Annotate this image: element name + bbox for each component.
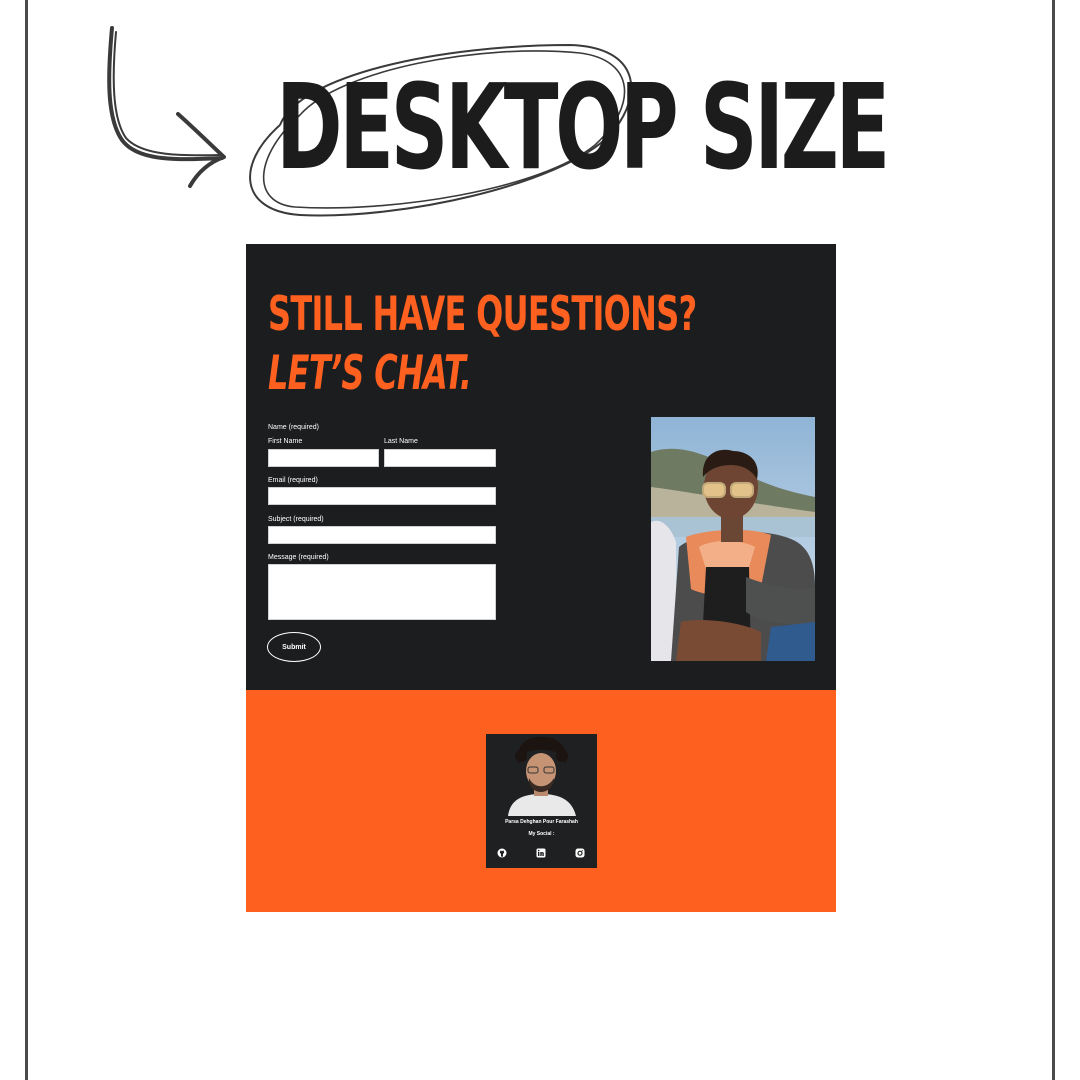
subject-label: Subject (required) — [268, 516, 324, 523]
instagram-icon[interactable] — [575, 848, 585, 858]
frame-left-border — [25, 0, 28, 1080]
first-name-field[interactable] — [268, 449, 379, 467]
email-field[interactable] — [268, 487, 496, 505]
contact-title: STILL HAVE QUESTIONS? — [268, 287, 697, 342]
curved-arrow-icon — [107, 26, 226, 188]
contact-photo — [651, 417, 815, 661]
contact-section: STILL HAVE QUESTIONS? LET’S CHAT. Name (… — [246, 244, 836, 690]
frame-right-border — [1052, 0, 1055, 1080]
message-label: Message (required) — [268, 554, 329, 561]
last-name-field[interactable] — [384, 449, 496, 467]
last-name-label: Last Name — [384, 438, 418, 445]
email-label: Email (required) — [268, 477, 318, 484]
profile-name: Parsa Dehghan Pour Farashah — [505, 819, 578, 825]
github-icon[interactable] — [497, 848, 507, 858]
linkedin-icon[interactable] — [536, 848, 546, 858]
submit-button[interactable]: Submit — [267, 632, 321, 662]
desktop-mockup: STILL HAVE QUESTIONS? LET’S CHAT. Name (… — [246, 244, 836, 912]
subject-field[interactable] — [268, 526, 496, 544]
social-label: My Social : — [528, 831, 555, 837]
page-headline: DESKTOP SIZE — [276, 58, 890, 196]
footer-section: Parsa Dehghan Pour Farashah My Social : — [246, 690, 836, 912]
profile-avatar — [486, 734, 597, 816]
name-label: Name (required) — [268, 424, 319, 431]
first-name-label: First Name — [268, 438, 303, 445]
profile-card: Parsa Dehghan Pour Farashah My Social : — [486, 734, 597, 868]
message-field[interactable] — [268, 564, 496, 620]
contact-subtitle: LET’S CHAT. — [268, 346, 472, 401]
